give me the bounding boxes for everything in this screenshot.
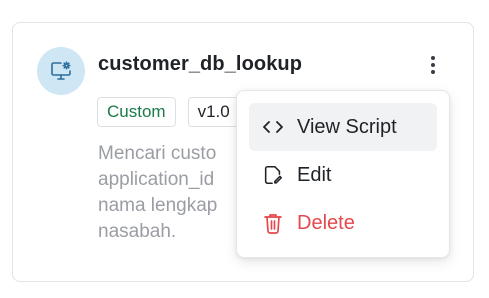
tool-title: customer_db_lookup [98,53,303,75]
kebab-vertical-icon [431,56,435,74]
trash-icon [261,211,285,235]
menu-item-label: Delete [297,211,355,234]
badge-row: Custom v1.0 [97,97,240,127]
menu-item-edit[interactable]: Edit [249,151,437,199]
version-badge: v1.0 [187,97,240,127]
code-icon [261,115,285,139]
monitor-gear-icon [51,61,71,80]
menu-item-view-script[interactable]: View Script [249,103,437,151]
tool-avatar [37,47,85,95]
more-options-button[interactable] [421,53,445,77]
edit-icon [261,163,285,187]
menu-item-label: View Script [297,115,397,138]
type-badge: Custom [97,97,176,127]
menu-item-label: Edit [297,163,332,186]
actions-dropdown-menu: View Script Edit Delete [236,90,450,258]
menu-item-delete[interactable]: Delete [249,199,437,247]
